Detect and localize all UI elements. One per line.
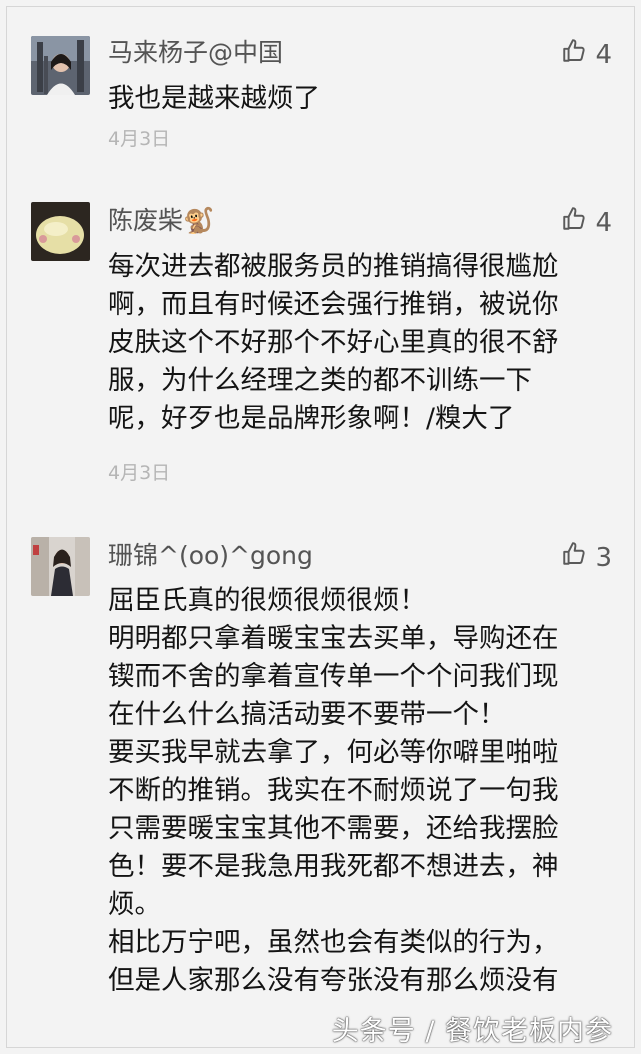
comment-date: 4月3日 xyxy=(108,462,171,484)
thumbs-up-icon xyxy=(561,541,587,574)
like-button[interactable]: 4 xyxy=(561,206,612,239)
thumbs-up-icon xyxy=(561,38,587,71)
watermark: 头条号 / 餐饮老板内参 xyxy=(331,1016,613,1047)
commenter-name[interactable]: 珊锦^(oo)^gong xyxy=(108,541,313,571)
like-button[interactable]: 4 xyxy=(561,38,612,71)
comment-date: 4月3日 xyxy=(108,128,171,150)
commenter-name[interactable]: 陈废柴🐒 xyxy=(108,206,214,236)
comment-list: 马来杨子@中国 4 我也是越来越烦了 4月3日 陈废柴🐒 4 每次进去都被服务员… xyxy=(6,6,635,1048)
thumbs-up-icon xyxy=(561,206,587,239)
like-count: 4 xyxy=(595,39,612,70)
commenter-name[interactable]: 马来杨子@中国 xyxy=(108,38,283,68)
comment-text: 屈臣氏真的很烦很烦很烦！ 明明都只拿着暖宝宝去买单，导购还在 锲而不舍的拿着宣传… xyxy=(108,585,559,996)
comment-text: 我也是越来越烦了 xyxy=(108,83,320,114)
user-avatar[interactable] xyxy=(31,36,90,95)
user-avatar[interactable] xyxy=(31,537,90,596)
comment-text: 每次进去都被服务员的推销搞得很尴尬 啊，而且有时候还会强行推销，被说你 皮肤这个… xyxy=(108,251,559,434)
like-count: 3 xyxy=(595,542,612,573)
like-count: 4 xyxy=(595,207,612,238)
like-button[interactable]: 3 xyxy=(561,541,612,574)
user-avatar[interactable] xyxy=(31,202,90,261)
